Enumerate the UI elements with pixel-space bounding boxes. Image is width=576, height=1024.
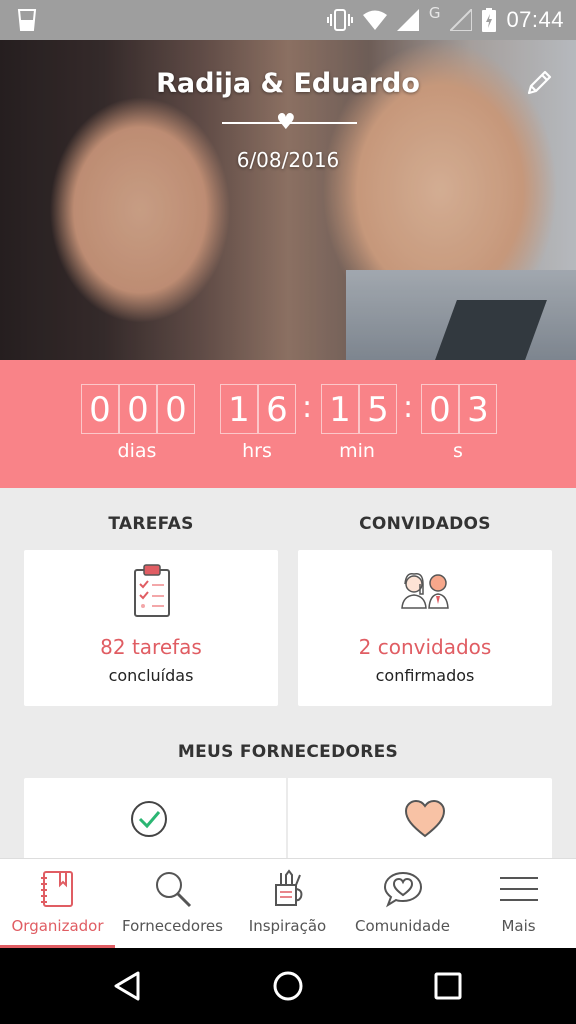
tab-organizador-label: Organizador [11, 917, 104, 935]
home-icon[interactable] [272, 970, 304, 1002]
tasks-count: 82 tarefas [100, 635, 202, 659]
bottom-tab-bar: Organizador Fornecedores Inspiração Comu… [0, 858, 576, 949]
hamburger-menu-icon [500, 877, 538, 901]
recent-apps-icon[interactable] [434, 972, 462, 1000]
signal-empty-icon [450, 9, 473, 31]
vendors-favorites-card[interactable] [288, 778, 552, 858]
tab-comunidade[interactable]: Comunidade [345, 859, 460, 949]
vibrate-icon [326, 9, 353, 31]
tab-comunidade-label: Comunidade [355, 917, 450, 935]
hours-minutes-separator: : [302, 390, 313, 425]
tasks-title: TAREFAS [108, 514, 194, 534]
tab-fornecedores-label: Fornecedores [122, 917, 223, 935]
tab-inspiracao[interactable]: Inspiração [230, 859, 345, 949]
pencil-cup-icon [275, 869, 303, 906]
app-notification-icon [17, 9, 37, 31]
heart-speech-bubble-icon [383, 871, 423, 908]
tab-inspiracao-label: Inspiração [248, 917, 327, 935]
wedding-date: 6/08/2016 [236, 148, 340, 172]
vendors-title: MEUS FORNECEDORES [177, 742, 399, 762]
seconds-label: s [453, 440, 463, 462]
wedding-countdown: 0 0 0 1 6 : 1 5 : 0 3 dias hrs min s [0, 360, 576, 488]
guests-count: 2 convidados [358, 635, 492, 659]
minutes-digit-2: 5 [359, 384, 397, 434]
tab-organizador[interactable]: Organizador [0, 859, 115, 949]
minutes-label: min [339, 440, 375, 462]
days-digit-3: 0 [157, 384, 195, 434]
minutes-seconds-separator: : [403, 390, 414, 425]
days-digit-1: 0 [81, 384, 119, 434]
signal-icon [396, 9, 419, 31]
pencil-icon[interactable] [524, 68, 554, 98]
system-navigation-bar [0, 948, 576, 1024]
tab-mais-label: Mais [501, 917, 536, 935]
status-bar: G 07:44 [0, 0, 576, 40]
guests-title: CONVIDADOS [359, 514, 491, 534]
divider-heart-icon: ♥ [276, 110, 296, 135]
wifi-icon [362, 10, 387, 30]
hours-digit-2: 6 [258, 384, 296, 434]
checkmark-circle-icon [131, 801, 167, 837]
hours-digit-1: 1 [220, 384, 258, 434]
notebook-icon [41, 871, 73, 907]
days-digit-2: 0 [119, 384, 157, 434]
back-icon[interactable] [112, 970, 144, 1002]
seconds-digit-2: 3 [459, 384, 497, 434]
tab-fornecedores[interactable]: Fornecedores [115, 859, 230, 949]
clipboard-checklist-icon [134, 564, 170, 617]
tasks-label: concluídas [108, 666, 194, 685]
battery-charging-icon [482, 8, 497, 32]
couple-avatars-icon [401, 572, 449, 609]
tasks-card[interactable]: 82 tarefas concluídas [24, 550, 278, 706]
hours-label: hrs [242, 440, 272, 462]
days-label: dias [117, 440, 157, 462]
network-type-label: G [428, 4, 441, 22]
guests-card[interactable]: 2 convidados confirmados [298, 550, 552, 706]
couple-names: Radija & Eduardo [156, 68, 420, 99]
heart-icon [404, 800, 446, 838]
tab-mais[interactable]: Mais [461, 859, 576, 949]
seconds-digit-1: 0 [421, 384, 459, 434]
status-time: 07:44 [506, 7, 564, 32]
magnifier-icon [156, 872, 192, 908]
minutes-digit-1: 1 [321, 384, 359, 434]
vendors-hired-card[interactable] [24, 778, 286, 858]
guests-label: confirmados [375, 666, 475, 685]
couple-cover-photo: Radija & Eduardo ♥ 6/08/2016 [0, 40, 576, 360]
